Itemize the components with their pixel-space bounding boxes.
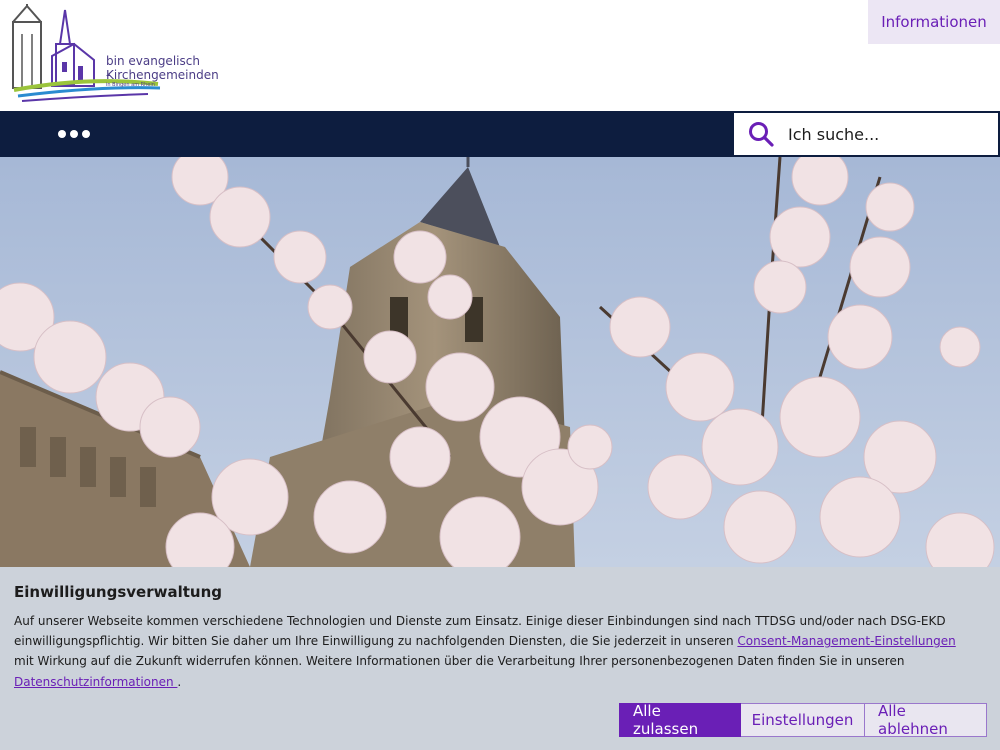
church-blossom-photo bbox=[0, 157, 1000, 567]
consent-text: Auf unserer Webseite kommen verschiedene… bbox=[14, 611, 974, 692]
accept-all-button[interactable]: Alle zulassen bbox=[619, 702, 741, 738]
logo-text-line2: Kirchengemeinden bbox=[106, 68, 219, 82]
more-dots-icon[interactable] bbox=[58, 127, 92, 141]
hero-image bbox=[0, 157, 1000, 567]
search-box bbox=[733, 112, 999, 156]
privacy-link[interactable]: Datenschutzinformationen bbox=[14, 675, 177, 689]
logo-text-line3: in Bingen am Rhein bbox=[106, 82, 155, 88]
dot bbox=[70, 130, 78, 138]
site-header: bin evangelisch - Kirchengemeinden in Bi… bbox=[0, 0, 1000, 111]
search-input[interactable] bbox=[786, 123, 980, 145]
dot bbox=[82, 130, 90, 138]
settings-button[interactable]: Einstellungen bbox=[741, 703, 865, 737]
consent-settings-link[interactable]: Consent-Management-Einstellungen bbox=[737, 634, 955, 648]
search-icon[interactable] bbox=[748, 121, 774, 147]
informationen-button[interactable]: Informationen bbox=[868, 0, 1000, 44]
consent-title: Einwilligungsverwaltung bbox=[14, 583, 222, 601]
consent-text-part2: mit Wirkung auf die Zukunft widerrufen k… bbox=[14, 654, 905, 669]
consent-button-group: Alle zulassen Einstellungen Alle ablehne… bbox=[619, 702, 987, 738]
consent-text-part3: . bbox=[177, 674, 182, 689]
reject-all-button[interactable]: Alle ablehnen bbox=[865, 702, 987, 738]
consent-banner: Einwilligungsverwaltung Auf unserer Webs… bbox=[0, 567, 1000, 750]
dot bbox=[58, 130, 66, 138]
main-nav-bar bbox=[0, 111, 1000, 157]
site-logo[interactable]: bin evangelisch - Kirchengemeinden in Bi… bbox=[8, 0, 219, 106]
